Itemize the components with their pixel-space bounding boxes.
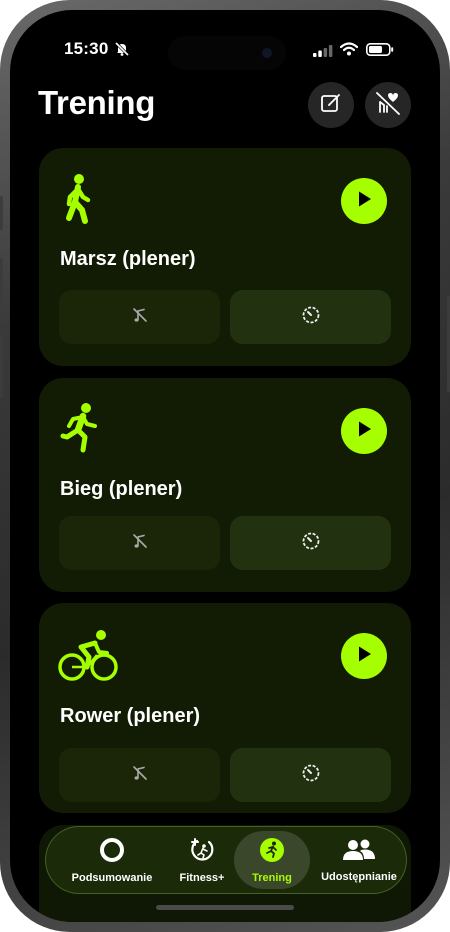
timer-goal-button[interactable] [230,748,391,802]
workout-card-cycle[interactable]: Rower (plener) [39,603,411,813]
timer-icon [301,305,321,330]
tab-sharing[interactable]: Udostępnianie [316,827,402,893]
music-off-button[interactable] [59,516,220,570]
health-share-button[interactable] [365,82,411,128]
phone-frame: 15:30 Trening Marsz (plener) Bieg (plene… [0,0,450,932]
fitness-plus-icon [188,837,216,868]
timer-goal-button[interactable] [230,516,391,570]
start-cycle-button[interactable] [341,633,387,679]
tab-label: Podsumowanie [71,871,153,884]
edit-workouts-button[interactable] [308,82,354,128]
people-icon [342,838,376,867]
timer-icon [301,763,321,788]
music-off-button[interactable] [59,748,220,802]
workout-card-walk[interactable]: Marsz (plener) [39,148,411,366]
tab-fitness-plus[interactable]: Fitness+ [170,827,234,893]
dynamic-island [168,36,286,70]
battery-icon [366,43,394,61]
wifi-icon [339,42,359,61]
play-icon [354,644,374,669]
page-title: Trening [38,84,156,121]
tab-summary[interactable]: Podsumowanie [60,827,164,893]
music-off-button[interactable] [59,290,220,344]
cycling-figure-icon [57,625,121,685]
volume-up-button [0,258,3,320]
workout-card-run[interactable]: Bieg (plener) [39,378,411,592]
tab-workout[interactable]: Trening [234,831,310,889]
workout-title: Bieg (plener) [60,478,183,500]
running-figure-icon [57,400,121,460]
heart-slash-icon [374,90,402,121]
timer-goal-button[interactable] [230,290,391,344]
timer-icon [301,531,321,556]
status-time: 15:30 [64,39,109,58]
workout-title: Marsz (plener) [60,248,196,270]
status-bar: 15:30 [10,10,440,70]
music-note-slash-icon [131,532,149,555]
home-indicator[interactable] [156,905,294,910]
camera-icon [262,48,272,58]
walking-figure-icon [57,170,121,230]
tab-label: Fitness+ [179,871,225,884]
music-note-slash-icon [131,764,149,787]
action-button [0,196,3,230]
bell-slash-icon [114,41,130,62]
tab-bar: Podsumowanie Fitness+ Trening Udostępnia… [45,826,407,894]
activity-ring-icon [99,837,125,868]
runner-circle-icon [259,837,285,868]
tab-label: Trening [252,871,292,884]
workout-title: Rower (plener) [60,705,201,727]
tab-label: Udostępnianie [321,870,397,883]
start-walk-button[interactable] [341,178,387,224]
compose-icon [319,91,343,120]
start-run-button[interactable] [341,408,387,454]
play-icon [354,419,374,444]
cellular-signal-icon [313,44,333,62]
play-icon [354,189,374,214]
music-note-slash-icon [131,306,149,329]
screen: 15:30 Trening Marsz (plener) Bieg (plene… [10,10,440,922]
volume-down-button [0,336,3,398]
